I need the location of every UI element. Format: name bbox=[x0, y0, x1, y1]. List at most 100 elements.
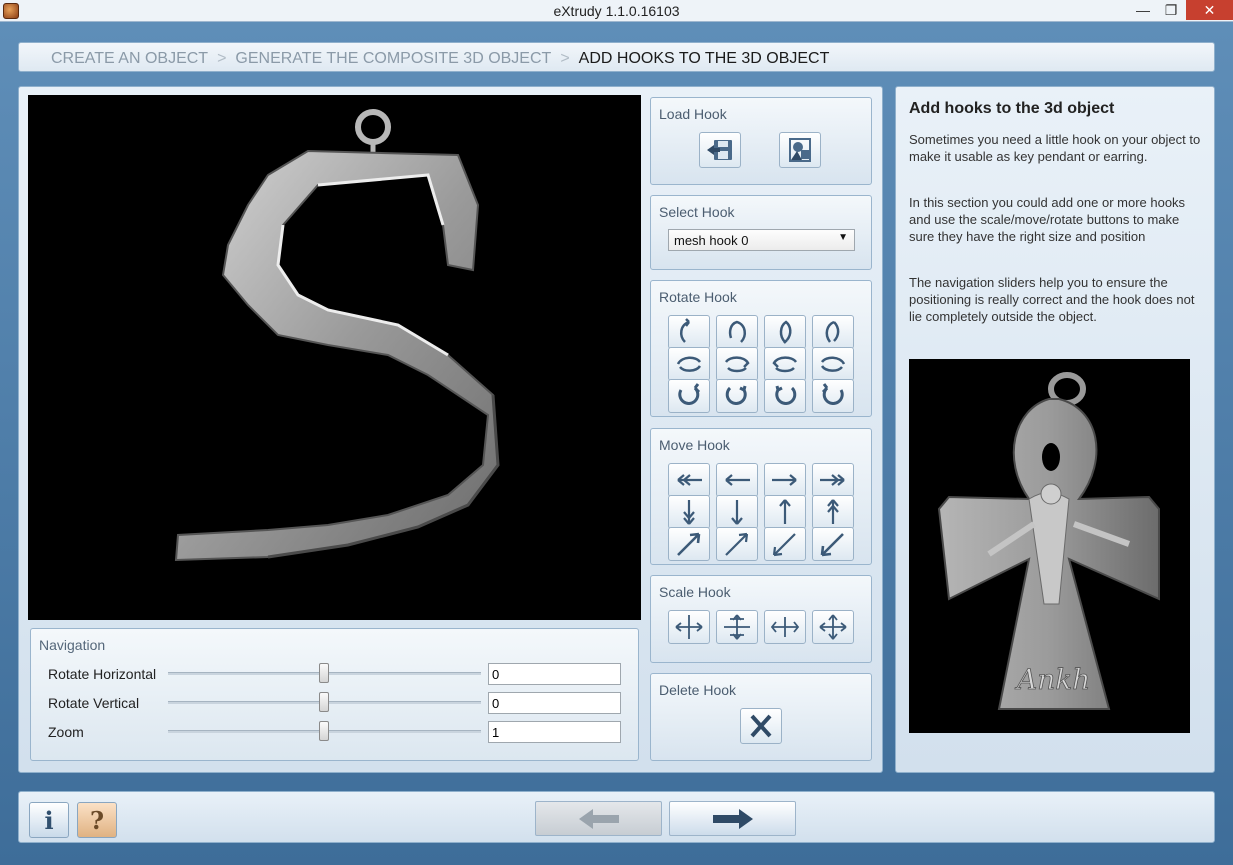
minimize-button[interactable]: — bbox=[1128, 0, 1158, 20]
scale-hook-title: Scale Hook bbox=[659, 584, 731, 600]
help-button[interactable]: ? bbox=[77, 802, 117, 838]
close-button[interactable]: ✕ bbox=[1186, 0, 1233, 20]
ankh-pendant-image: Ankh bbox=[937, 372, 1160, 710]
arrow-up-icon bbox=[779, 499, 791, 524]
breadcrumb-create-object[interactable]: CREATE AN OBJECT bbox=[51, 50, 208, 67]
navigation-title: Navigation bbox=[39, 637, 106, 653]
next-button[interactable] bbox=[669, 801, 796, 836]
zoom-row: Zoom bbox=[48, 721, 628, 743]
move-right-button[interactable] bbox=[764, 463, 806, 497]
rotate-hook-box: Rotate Hook bbox=[650, 280, 872, 417]
rotate-icon bbox=[772, 356, 798, 373]
arrow-left-icon bbox=[725, 474, 750, 486]
arrow-right-icon bbox=[772, 474, 797, 486]
move-up-button[interactable] bbox=[764, 495, 806, 529]
move-backward-button[interactable] bbox=[764, 527, 806, 561]
navigation-box: Navigation Rotate Horizontal Rotate Vert… bbox=[30, 628, 639, 761]
zoom-input[interactable] bbox=[488, 721, 621, 743]
load-hook-box: Load Hook bbox=[650, 97, 872, 185]
info-button[interactable]: i bbox=[29, 802, 69, 838]
scale-horizontal-button[interactable] bbox=[764, 610, 806, 644]
help-paragraph-3: The navigation sliders help you to ensur… bbox=[909, 275, 1195, 324]
rotate-vertical-row: Rotate Vertical bbox=[48, 692, 628, 714]
arrow-left-icon bbox=[578, 808, 619, 829]
move-forward-fast-button[interactable] bbox=[668, 527, 710, 561]
breadcrumb-add-hooks[interactable]: ADD HOOKS TO THE 3D OBJECT bbox=[579, 50, 830, 67]
move-right-fast-button[interactable] bbox=[812, 463, 854, 497]
rotate-vertical-label: Rotate Vertical bbox=[48, 695, 140, 711]
info-icon: i bbox=[44, 805, 54, 835]
zoom-slider[interactable] bbox=[319, 721, 329, 741]
app-area: CREATE AN OBJECT > GENERATE THE COMPOSITE … bbox=[0, 22, 1233, 865]
delete-hook-box: Delete Hook bbox=[650, 673, 872, 761]
rotate-x-ccw-button[interactable] bbox=[668, 315, 710, 349]
title-bar: eXtrudy 1.1.0.16103 — ❐ ✕ bbox=[0, 0, 1233, 22]
scale-shrink-icon bbox=[675, 615, 703, 639]
select-hook-box: Select Hook mesh hook 0 ▼ bbox=[650, 195, 872, 270]
rotate-icon bbox=[724, 356, 750, 373]
rotate-x-back-button[interactable] bbox=[764, 315, 806, 349]
move-forward-button[interactable] bbox=[716, 527, 758, 561]
rotate-icon bbox=[825, 320, 840, 343]
rotate-horizontal-input[interactable] bbox=[488, 663, 621, 685]
question-icon: ? bbox=[89, 805, 105, 835]
scale-grow-button[interactable] bbox=[812, 610, 854, 644]
load-hook-title: Load Hook bbox=[659, 106, 727, 122]
rotate-y-left-button[interactable] bbox=[668, 347, 710, 381]
load-hook-shape-button[interactable] bbox=[779, 132, 821, 168]
delete-icon bbox=[750, 714, 772, 738]
back-button[interactable] bbox=[535, 801, 662, 836]
load-hook-file-button[interactable] bbox=[699, 132, 741, 168]
rotate-vertical-slider[interactable] bbox=[319, 692, 329, 712]
rotate-z-ccw2-button[interactable] bbox=[812, 379, 854, 413]
example-preview-image: Ankh bbox=[909, 359, 1190, 733]
double-arrow-left-icon bbox=[677, 474, 702, 486]
double-arrow-up-icon bbox=[827, 499, 839, 524]
move-up-fast-button[interactable] bbox=[812, 495, 854, 529]
delete-hook-title: Delete Hook bbox=[659, 682, 737, 698]
move-hook-box: Move Hook bbox=[650, 428, 872, 565]
rotate-horizontal-slider[interactable] bbox=[319, 663, 329, 683]
breadcrumb-generate-composite[interactable]: GENERATE THE COMPOSITE 3D OBJECT bbox=[235, 50, 551, 67]
delete-hook-button[interactable] bbox=[740, 708, 782, 744]
rotate-y-back-button[interactable] bbox=[764, 347, 806, 381]
rotate-y-forward-button[interactable] bbox=[812, 347, 854, 381]
breadcrumb-separator: > bbox=[560, 50, 570, 67]
window-title: eXtrudy 1.1.0.16103 bbox=[553, 3, 680, 19]
move-down-fast-button[interactable] bbox=[668, 495, 710, 529]
arrow-down-icon bbox=[731, 500, 743, 525]
load-from-file-icon bbox=[707, 140, 732, 160]
rotate-x-cw-button[interactable] bbox=[716, 315, 758, 349]
arrow-right-icon bbox=[712, 808, 753, 829]
rotate-z-cw2-button[interactable] bbox=[716, 379, 758, 413]
scale-horizontal-icon bbox=[770, 617, 800, 637]
arrow-diagonal-down-icon bbox=[772, 533, 796, 557]
arrow-diagonal-up-icon bbox=[677, 532, 701, 556]
rotate-z-cw-button[interactable] bbox=[668, 379, 710, 413]
help-panel: Add hooks to the 3d object Sometimes you… bbox=[895, 86, 1215, 773]
move-left-fast-button[interactable] bbox=[668, 463, 710, 497]
rotate-x-forward-button[interactable] bbox=[812, 315, 854, 349]
rotate-y-right-button[interactable] bbox=[716, 347, 758, 381]
scale-vertical-icon bbox=[724, 614, 750, 640]
scale-vertical-button[interactable] bbox=[716, 610, 758, 644]
scale-shrink-button[interactable] bbox=[668, 610, 710, 644]
chevron-down-icon: ▼ bbox=[838, 232, 848, 243]
help-paragraph-2: In this section you could add one or mor… bbox=[909, 195, 1186, 244]
3d-viewport[interactable] bbox=[28, 95, 641, 620]
hook-select-dropdown[interactable]: mesh hook 0 ▼ bbox=[668, 229, 855, 251]
rotate-icon bbox=[676, 356, 702, 372]
rotate-icon bbox=[680, 318, 690, 343]
maximize-button[interactable]: ❐ bbox=[1156, 0, 1186, 20]
move-left-button[interactable] bbox=[716, 463, 758, 497]
rotate-vertical-input[interactable] bbox=[488, 692, 621, 714]
breadcrumb-separator: > bbox=[217, 50, 227, 67]
move-backward-fast-button[interactable] bbox=[812, 527, 854, 561]
rotate-icon bbox=[678, 383, 701, 406]
workspace-panel: Navigation Rotate Horizontal Rotate Vert… bbox=[18, 86, 883, 773]
rotate-z-ccw-button[interactable] bbox=[764, 379, 806, 413]
move-down-button[interactable] bbox=[716, 495, 758, 529]
s-pendant-model bbox=[174, 109, 500, 562]
bottom-bar: i ? bbox=[18, 791, 1215, 843]
arrow-diagonal-up-icon bbox=[725, 532, 749, 556]
